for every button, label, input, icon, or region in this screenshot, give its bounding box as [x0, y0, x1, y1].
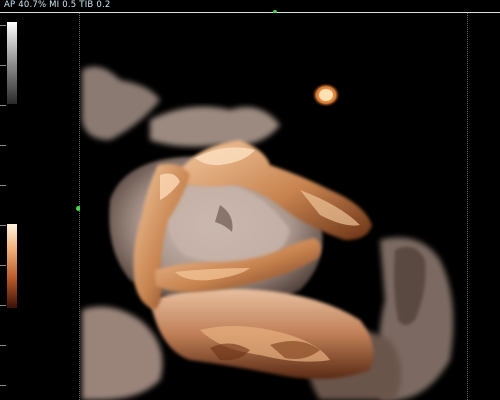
scale-tick [0, 65, 6, 66]
acquisition-parameters: AP 40.7% MI 0.5 TIB 0.2 [4, 0, 111, 10]
color-map-bar [7, 224, 17, 308]
scale-tick [0, 145, 6, 146]
scale-tick [0, 385, 6, 386]
roi-right-boundary [467, 13, 468, 400]
scale-tick [0, 345, 6, 346]
render-viewport [80, 13, 466, 400]
scale-tick [0, 225, 6, 226]
depth-scale [0, 13, 6, 400]
ultrasound-3d-render-image [80, 13, 466, 400]
grayscale-map-bar [7, 22, 17, 104]
scale-tick [0, 305, 6, 306]
scale-tick [0, 185, 6, 186]
scale-tick [0, 105, 6, 106]
scale-tick [0, 25, 6, 26]
scale-tick [0, 265, 6, 266]
